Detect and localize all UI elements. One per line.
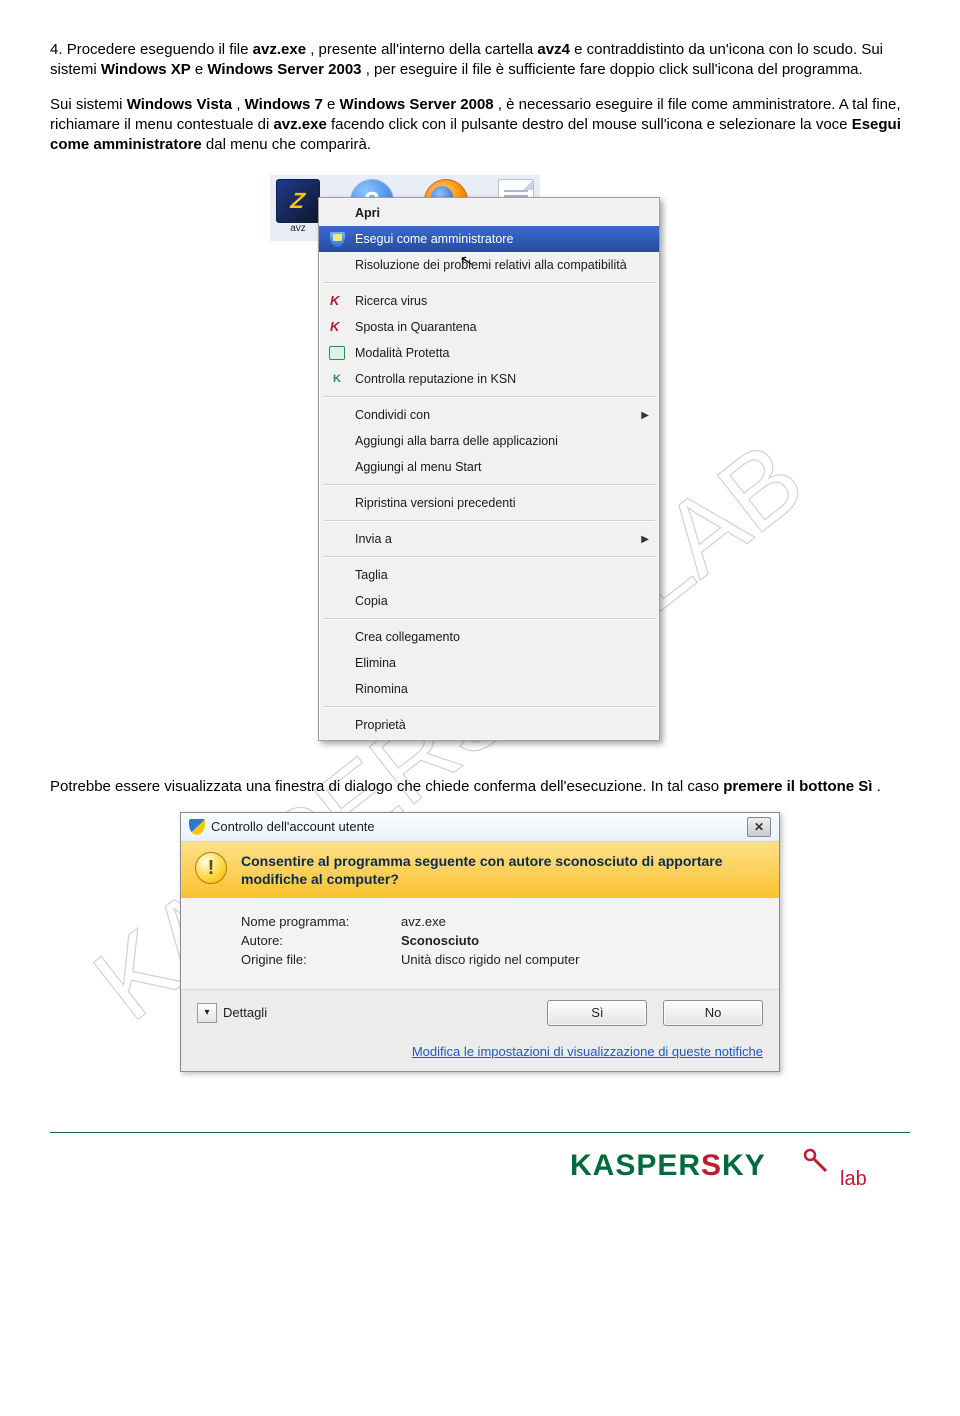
menu-item-run-as-admin[interactable]: Esegui come amministratore <box>319 226 659 252</box>
term-windows-server-2008: Windows Server 2008 <box>340 96 494 113</box>
svg-text:lab: lab <box>840 1168 867 1189</box>
menu-item-safe-mode[interactable]: Modalità Protetta <box>319 340 659 366</box>
menu-item-properties[interactable]: Proprietà <box>319 712 659 738</box>
uac-label-origin: Origine file: <box>241 952 401 967</box>
kaspersky-k-icon <box>330 320 344 334</box>
avz-shield-icon: Z <box>276 179 320 223</box>
screenshot-context-menu: Z avz ? Apri Esegui come amministratore … <box>270 175 690 745</box>
kaspersky-k-icon <box>330 294 344 308</box>
menu-item-open[interactable]: Apri <box>319 200 659 226</box>
paragraph-step4: 4. Procedere eseguendo il file avz.exe ,… <box>50 40 910 81</box>
uac-footer: ▾ Dettagli Sì No <box>181 989 779 1038</box>
safe-mode-icon <box>329 346 345 360</box>
footer-separator <box>50 1132 910 1133</box>
menu-item-compat-troubleshoot[interactable]: Risoluzione dei problemi relativi alla c… <box>319 252 659 278</box>
menu-item-cut[interactable]: Taglia <box>319 562 659 588</box>
term-windows-vista: Windows Vista <box>127 96 232 113</box>
uac-label-author: Autore: <box>241 933 401 948</box>
uac-titlebar: Controllo dell'account utente ✕ <box>181 813 779 842</box>
avz-desktop-icon[interactable]: Z avz <box>276 179 320 234</box>
menu-item-send-to[interactable]: Invia a ▶ <box>319 526 659 552</box>
uac-value-program: avz.exe <box>401 914 446 929</box>
paragraph-confirm: Potrebbe essere visualizzata una finestr… <box>50 777 910 797</box>
uac-settings-link-row: Modifica le impostazioni di visualizzazi… <box>181 1038 779 1071</box>
shield-icon <box>330 232 345 247</box>
term-avz-exe-2: avz.exe <box>273 116 326 133</box>
term-windows-xp: Windows XP <box>101 61 191 78</box>
uac-dialog: Controllo dell'account utente ✕ ! Consen… <box>180 812 780 1072</box>
no-button[interactable]: No <box>663 1000 763 1026</box>
submenu-arrow-icon: ▶ <box>641 534 649 545</box>
chevron-down-icon: ▾ <box>197 1003 217 1023</box>
term-windows-7: Windows 7 <box>245 96 323 113</box>
menu-item-pin-start[interactable]: Aggiungi al menu Start <box>319 454 659 480</box>
paragraph-vista: Sui sistemi Windows Vista , Windows 7 e … <box>50 95 910 156</box>
context-menu: Apri Esegui come amministratore Risoluzi… <box>318 197 660 741</box>
menu-item-scan-virus[interactable]: Ricerca virus <box>319 288 659 314</box>
uac-body: Nome programma: avz.exe Autore: Sconosci… <box>181 898 779 989</box>
warning-icon: ! <box>195 852 227 884</box>
step-number: 4. <box>50 41 67 58</box>
uac-warning-bar: ! Consentire al programma seguente con a… <box>181 842 779 898</box>
menu-item-ksn[interactable]: K Controlla reputazione in KSN <box>319 366 659 392</box>
uac-settings-link[interactable]: Modifica le impostazioni di visualizzazi… <box>412 1044 763 1059</box>
term-avz4: avz4 <box>537 41 570 58</box>
term-avz-exe: avz.exe <box>253 41 306 58</box>
uac-value-author: Sconosciuto <box>401 933 479 948</box>
menu-item-pin-taskbar[interactable]: Aggiungi alla barra delle applicazioni <box>319 428 659 454</box>
menu-item-copy[interactable]: Copia <box>319 588 659 614</box>
uac-title-text: Controllo dell'account utente <box>211 819 375 834</box>
uac-label-program: Nome programma: <box>241 914 401 929</box>
menu-item-rename[interactable]: Rinomina <box>319 676 659 702</box>
svg-text:KASPERSKY: KASPERSKY <box>570 1149 766 1182</box>
details-toggle[interactable]: ▾ Dettagli <box>197 1003 267 1023</box>
close-button[interactable]: ✕ <box>747 817 771 837</box>
brand-logo: KASPERSKY lab <box>50 1141 910 1193</box>
menu-item-quarantine[interactable]: Sposta in Quarantena <box>319 314 659 340</box>
uac-question: Consentire al programma seguente con aut… <box>241 852 765 888</box>
submenu-arrow-icon: ▶ <box>641 410 649 421</box>
menu-item-share[interactable]: Condividi con ▶ <box>319 402 659 428</box>
avz-icon-label: avz <box>276 223 320 234</box>
ksn-icon: K <box>333 373 341 385</box>
term-press-yes: premere il bottone Sì <box>723 778 872 795</box>
uac-shield-icon <box>189 819 205 835</box>
uac-value-origin: Unità disco rigido nel computer <box>401 952 579 967</box>
menu-item-restore-versions[interactable]: Ripristina versioni precedenti <box>319 490 659 516</box>
yes-button[interactable]: Sì <box>547 1000 647 1026</box>
menu-item-create-shortcut[interactable]: Crea collegamento <box>319 624 659 650</box>
term-windows-server-2003: Windows Server 2003 <box>207 61 361 78</box>
menu-item-delete[interactable]: Elimina <box>319 650 659 676</box>
